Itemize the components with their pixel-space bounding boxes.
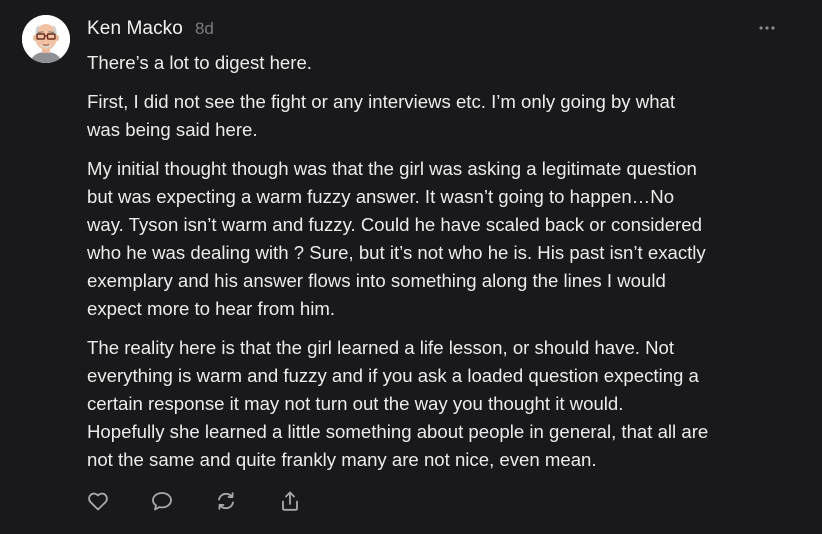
avatar[interactable] xyxy=(22,15,70,63)
comment-bubble-icon xyxy=(152,492,172,511)
comment-line: but was expecting a warm fuzzy answer. I… xyxy=(87,186,675,207)
comment-line: expect more to hear from him. xyxy=(87,298,336,319)
comment-paragraph: First, I did not see the fight or any in… xyxy=(87,88,797,144)
more-options-button[interactable] xyxy=(755,20,779,36)
comment-line: way. Tyson isn’t warm and fuzzy. Could h… xyxy=(87,214,702,235)
comment-line: everything is warm and fuzzy and if you … xyxy=(87,365,699,386)
more-horizontal-icon xyxy=(759,26,775,30)
comment-line: not the same and quite frankly many are … xyxy=(87,449,597,470)
comment-actions xyxy=(86,489,342,513)
comment-line: was being said here. xyxy=(87,119,258,140)
reply-button[interactable] xyxy=(150,489,174,513)
comment-body: There’s a lot to digest here. First, I d… xyxy=(87,49,797,474)
heart-icon xyxy=(88,492,108,511)
comment-line: The reality here is that the girl learne… xyxy=(87,337,675,358)
comment-header: Ken Macko 8d xyxy=(87,18,214,44)
comment-line: My initial thought though was that the g… xyxy=(87,158,697,179)
comment-line: exemplary and his answer flows into some… xyxy=(87,270,666,291)
restack-button[interactable] xyxy=(214,489,238,513)
comment-line: First, I did not see the fight or any in… xyxy=(87,91,676,112)
author-name[interactable]: Ken Macko xyxy=(87,18,183,40)
restack-icon xyxy=(218,492,234,510)
share-icon xyxy=(282,491,298,511)
comment-paragraph: My initial thought though was that the g… xyxy=(87,155,797,323)
comment-line: There’s a lot to digest here. xyxy=(87,52,312,73)
share-button[interactable] xyxy=(278,489,302,513)
comment-line: certain response it may not turn out the… xyxy=(87,393,624,414)
comment-line: Hopefully she learned a little something… xyxy=(87,421,709,442)
comment-paragraph: The reality here is that the girl learne… xyxy=(87,334,797,474)
bitmoji-avatar-image xyxy=(22,15,70,63)
comment-line: who he was dealing with ? Sure, but it’s… xyxy=(87,242,706,263)
comment-paragraph: There’s a lot to digest here. xyxy=(87,49,797,77)
comment-age[interactable]: 8d xyxy=(195,19,214,39)
like-button[interactable] xyxy=(86,489,110,513)
